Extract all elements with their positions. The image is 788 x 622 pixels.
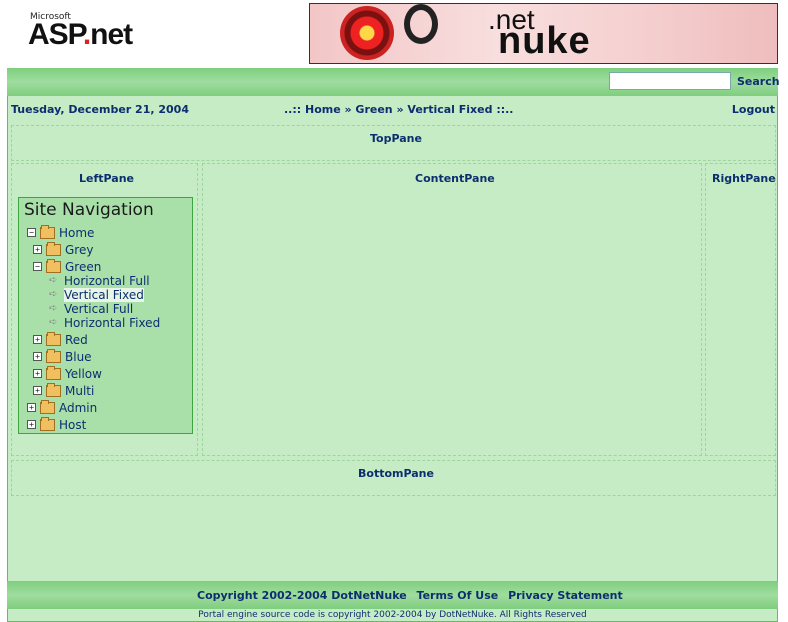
page-arrow-icon: ➪ <box>49 274 58 286</box>
header: Microsoft ASP.net .net nuke <box>0 0 788 68</box>
nav-item-label[interactable]: Green <box>65 260 101 274</box>
left-pane-title: LeftPane <box>79 172 134 185</box>
nav-item-horizontal-full[interactable]: ➪ Horizontal Full <box>49 273 150 288</box>
folder-icon <box>40 224 55 239</box>
nav-item-label[interactable]: Horizontal Full <box>64 274 150 288</box>
nav-item-red[interactable]: + Red <box>33 331 88 347</box>
nav-item-blue[interactable]: + Blue <box>33 348 92 364</box>
nav-item-admin[interactable]: + Admin <box>27 399 97 415</box>
nav-item-label[interactable]: Horizontal Fixed <box>64 316 160 330</box>
right-pane: RightPane <box>705 163 776 456</box>
privacy-link[interactable]: Privacy Statement <box>508 589 623 602</box>
page-arrow-icon: ➪ <box>49 288 58 300</box>
top-pane: TopPane <box>11 125 776 161</box>
expand-icon[interactable]: + <box>33 245 42 254</box>
nav-item-label-selected[interactable]: Vertical Fixed <box>64 287 144 302</box>
nav-item-multi[interactable]: + Multi <box>33 382 94 398</box>
expand-icon[interactable]: + <box>33 369 42 378</box>
gear-icon <box>340 6 394 60</box>
folder-icon <box>46 241 61 256</box>
nav-item-home[interactable]: − Home <box>27 224 94 240</box>
gear-outline-icon <box>404 4 438 44</box>
collapse-icon[interactable]: − <box>27 228 36 237</box>
nav-item-vertical-full[interactable]: ➪ Vertical Full <box>49 301 133 316</box>
bottom-pane: BottomPane <box>11 460 776 496</box>
top-pane-title: TopPane <box>370 132 422 145</box>
collapse-icon[interactable]: − <box>33 262 42 271</box>
footer-note: Portal engine source code is copyright 2… <box>198 610 587 620</box>
nav-item-label[interactable]: Vertical Full <box>64 302 133 316</box>
nav-item-label[interactable]: Multi <box>65 384 94 398</box>
folder-icon <box>46 365 61 380</box>
logout-link[interactable]: Logout <box>732 103 775 116</box>
dotnetnuke-banner[interactable]: .net nuke <box>309 3 778 64</box>
page-arrow-icon: ➪ <box>49 302 58 314</box>
copyright-text: Copyright 2002-2004 DotNetNuke <box>197 589 407 602</box>
nav-item-label[interactable]: Yellow <box>65 367 102 381</box>
nav-item-label[interactable]: Host <box>59 418 86 432</box>
content-pane: ContentPane <box>202 163 702 456</box>
bottom-pane-title: BottomPane <box>358 467 434 480</box>
terms-link[interactable]: Terms Of Use <box>417 589 499 602</box>
search-button[interactable]: Search <box>737 75 780 88</box>
right-pane-title: RightPane <box>712 172 776 185</box>
expand-icon[interactable]: + <box>27 403 36 412</box>
site-navigation-title: Site Navigation <box>24 200 154 220</box>
nav-item-label[interactable]: Blue <box>65 350 92 364</box>
nav-item-label[interactable]: Admin <box>59 401 97 415</box>
expand-icon[interactable]: + <box>33 386 42 395</box>
folder-icon <box>46 331 61 346</box>
folder-icon <box>46 382 61 397</box>
nav-item-horizontal-fixed[interactable]: ➪ Horizontal Fixed <box>49 315 160 330</box>
folder-icon <box>40 416 55 431</box>
site-navigation-box: Site Navigation − Home + Grey − Green ➪ … <box>18 197 193 434</box>
breadcrumb[interactable]: ..:: Home » Green » Vertical Fixed ::.. <box>284 103 513 116</box>
folder-icon <box>40 399 55 414</box>
nav-item-grey[interactable]: + Grey <box>33 241 93 257</box>
asp-logo-text: ASP.net <box>28 18 133 51</box>
nav-item-label[interactable]: Home <box>59 226 94 240</box>
nav-item-yellow[interactable]: + Yellow <box>33 365 102 381</box>
nav-item-green[interactable]: − Green <box>33 258 101 274</box>
expand-icon[interactable]: + <box>27 420 36 429</box>
expand-icon[interactable]: + <box>33 352 42 361</box>
banner-nuke-text: nuke <box>498 20 591 62</box>
page-arrow-icon: ➪ <box>49 316 58 328</box>
current-date: Tuesday, December 21, 2004 <box>11 103 189 116</box>
folder-icon <box>46 348 61 363</box>
search-input[interactable] <box>609 72 731 90</box>
content-pane-title: ContentPane <box>415 172 495 185</box>
nav-item-host[interactable]: + Host <box>27 416 86 432</box>
folder-icon <box>46 258 61 273</box>
expand-icon[interactable]: + <box>33 335 42 344</box>
nav-item-label[interactable]: Red <box>65 333 88 347</box>
footer-links: Copyright 2002-2004 DotNetNuke Terms Of … <box>197 589 629 602</box>
nav-item-vertical-fixed[interactable]: ➪ Vertical Fixed <box>49 287 144 302</box>
nav-item-label[interactable]: Grey <box>65 243 93 257</box>
